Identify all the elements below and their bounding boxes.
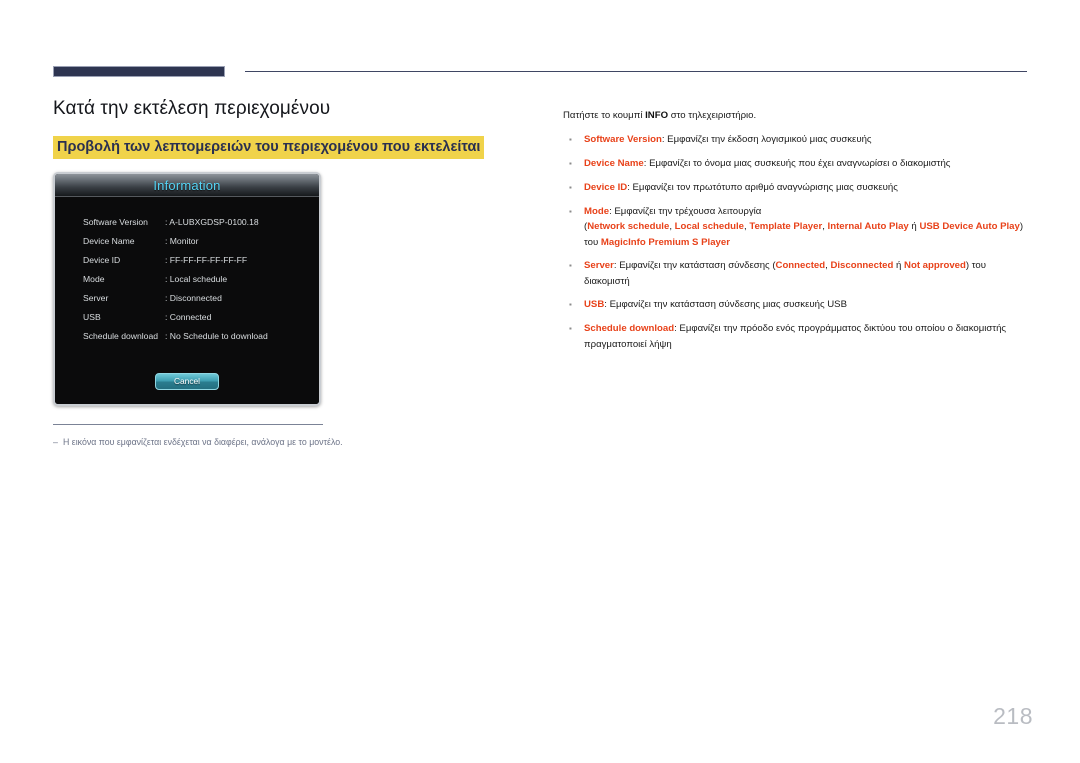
feature-bullet-text: Device ID: Εμφανίζει τον πρωτότυπο αριθμ… — [584, 180, 1033, 196]
highlighted-term: Internal Auto Play — [827, 221, 909, 233]
cancel-button[interactable]: Cancel — [155, 373, 219, 390]
intro-paragraph: Πατήστε το κουμπί INFO στο τηλεχειριστήρ… — [563, 108, 1033, 123]
page-title: Κατά την εκτέλεση περιεχομένου — [53, 98, 331, 119]
bullet-marker-icon: ▪ — [569, 182, 572, 192]
dialog-info-value: : Local schedule — [165, 274, 228, 284]
feature-bullet: ▪ Software Version: Εμφανίζει την έκδοση … — [563, 132, 1033, 148]
feature-bullet: ▪ Mode: Εμφανίζει την τρέχουσα λειτουργία… — [563, 204, 1033, 251]
body-text: : Εμφανίζει το όνομα μιας συσκευής που έ… — [643, 157, 951, 169]
feature-bullet: ▪ Device ID: Εμφανίζει τον πρωτότυπο αριθ… — [563, 180, 1033, 196]
left-column: Κατά την εκτέλεση περιεχομένου Προβολή τ… — [53, 96, 523, 159]
highlighted-term: Local schedule — [674, 221, 744, 233]
bullet-marker-icon: ▪ — [569, 158, 572, 168]
feature-bullet-text: USB: Εμφανίζει την κατάσταση σύνδεσης μι… — [584, 297, 1033, 313]
dialog-info-label: USB — [83, 312, 101, 322]
feature-bullet: ▪ Server: Εμφανίζει την κατάσταση σύνδεση… — [563, 258, 1033, 289]
intro-text-before: Πατήστε το κουμπί — [563, 109, 646, 121]
dialog-info-label: Software Version — [83, 217, 148, 227]
body-text: : Εμφανίζει την κατάσταση σύνδεσης μιας … — [604, 299, 847, 311]
intro-text-after: στο τηλεχειριστήριο. — [668, 109, 757, 121]
bullet-marker-icon: ▪ — [569, 206, 572, 216]
dialog-info-label: Server — [83, 293, 109, 303]
information-dialog: Information Software Version : A-LUBXGDSP… — [53, 172, 321, 406]
feature-bullet-text: Software Version: Εμφανίζει την έκδοση λ… — [584, 132, 1033, 148]
feature-bullet-text: Device Name: Εμφανίζει το όνομα μιας συσ… — [584, 156, 1033, 172]
header-accent-bar — [53, 66, 225, 77]
highlighted-term: MagicInfo Premium S Player — [600, 236, 730, 248]
feature-bullet-text: Schedule download: Εμφανίζει την πρόοδο … — [584, 321, 1033, 352]
bullet-marker-icon: ▪ — [569, 324, 572, 334]
bullet-marker-icon: ▪ — [569, 134, 572, 144]
dialog-info-row: Software Version : A-LUBXGDSP-0100.18 — [55, 213, 319, 232]
bullet-marker-icon: ▪ — [569, 261, 572, 271]
footnote-item: ‒ Η εικόνα που εμφανίζεται ενδέχεται να … — [53, 435, 523, 449]
highlighted-term: USB Device Auto Play — [919, 221, 1020, 233]
section-subheading: Προβολή των λεπτομερειών του περιεχομένο… — [53, 136, 485, 159]
highlighted-term: Disconnected — [830, 260, 894, 272]
section-subheading-wrapper: Προβολή των λεπτομερειών του περιεχομένο… — [53, 136, 523, 159]
highlighted-term: Device ID — [584, 181, 628, 193]
highlighted-term: USB — [584, 299, 605, 311]
dialog-info-value: : FF-FF-FF-FF-FF-FF — [165, 255, 248, 265]
dialog-info-row: Device Name : Monitor — [55, 232, 319, 251]
footnote-block: ‒ Η εικόνα που εμφανίζεται ενδέχεται να … — [53, 424, 523, 449]
dialog-info-row: Device ID : FF-FF-FF-FF-FF-FF — [55, 251, 319, 270]
dialog-info-label: Schedule download — [83, 331, 159, 341]
highlighted-term: Connected — [775, 260, 826, 272]
dialog-info-rows: Software Version : A-LUBXGDSP-0100.18 Devi… — [55, 213, 319, 346]
dialog-info-value: : Disconnected — [165, 293, 222, 303]
dialog-footer: Cancel — [55, 373, 319, 390]
body-text: ή — [893, 260, 905, 272]
feature-bullet: ▪ USB: Εμφανίζει την κατάσταση σύνδεσης μ… — [563, 297, 1033, 313]
info-button-keyword: INFO — [645, 109, 669, 121]
highlighted-term: Network schedule — [587, 221, 670, 233]
feature-bullet-list: ▪ Software Version: Εμφανίζει την έκδοση … — [563, 132, 1033, 353]
body-text: ή — [908, 221, 920, 233]
dialog-info-value: : No Schedule to download — [165, 331, 268, 341]
highlighted-term: Mode — [584, 205, 610, 217]
dialog-info-row: Mode : Local schedule — [55, 270, 319, 289]
highlighted-term: Not approved — [904, 260, 966, 272]
right-column: Πατήστε το κουμπί INFO στο τηλεχειριστήρ… — [563, 98, 1033, 360]
body-text: : Εμφανίζει την κατάσταση σύνδεσης ( — [613, 260, 776, 272]
dialog-info-value: : Monitor — [165, 236, 199, 246]
bullet-marker-icon: ▪ — [569, 300, 572, 310]
highlighted-term: Device Name — [584, 157, 644, 169]
dialog-info-label: Device ID — [83, 255, 121, 265]
dialog-body: Software Version : A-LUBXGDSP-0100.18 Devi… — [55, 197, 319, 404]
feature-bullet: ▪ Device Name: Εμφανίζει το όνομα μιας συ… — [563, 156, 1033, 172]
dialog-titlebar: Information — [55, 174, 319, 197]
feature-bullet: ▪ Schedule download: Εμφανίζει την πρόοδο… — [563, 321, 1033, 352]
feature-bullet-text: Server: Εμφανίζει την κατάσταση σύνδεσης… — [584, 258, 1033, 289]
feature-bullet-text: Mode: Εμφανίζει την τρέχουσα λειτουργία(… — [584, 204, 1033, 251]
footnote-dash: ‒ — [53, 437, 58, 447]
highlighted-term: Server — [584, 260, 614, 272]
dialog-info-row: Schedule download : No Schedule to downlo… — [55, 327, 319, 346]
body-text: : Εμφανίζει την τρέχουσα λειτουργία — [609, 205, 762, 217]
footnote-text: Η εικόνα που εμφανίζεται ενδέχεται να δι… — [63, 437, 343, 447]
dialog-title: Information — [153, 177, 221, 193]
dialog-info-label: Mode — [83, 274, 105, 284]
header-thin-rule — [245, 71, 1027, 72]
dialog-info-label: Device Name — [83, 236, 135, 246]
page-number: 218 — [993, 703, 1033, 729]
highlighted-term: Schedule download — [584, 323, 675, 335]
footnote-rule — [53, 424, 323, 425]
header-rules — [0, 66, 1080, 80]
dialog-info-row: Server : Disconnected — [55, 289, 319, 308]
dialog-info-value: : A-LUBXGDSP-0100.18 — [165, 217, 259, 227]
dialog-info-row: USB : Connected — [55, 308, 319, 327]
highlighted-term: Software Version — [584, 133, 662, 145]
body-text: : Εμφανίζει την έκδοση λογισμικού μιας σ… — [661, 133, 872, 145]
dialog-info-value: : Connected — [165, 312, 212, 322]
highlighted-term: Template Player — [749, 221, 823, 233]
body-text: : Εμφανίζει τον πρωτότυπο αριθμό αναγνώρ… — [627, 181, 898, 193]
